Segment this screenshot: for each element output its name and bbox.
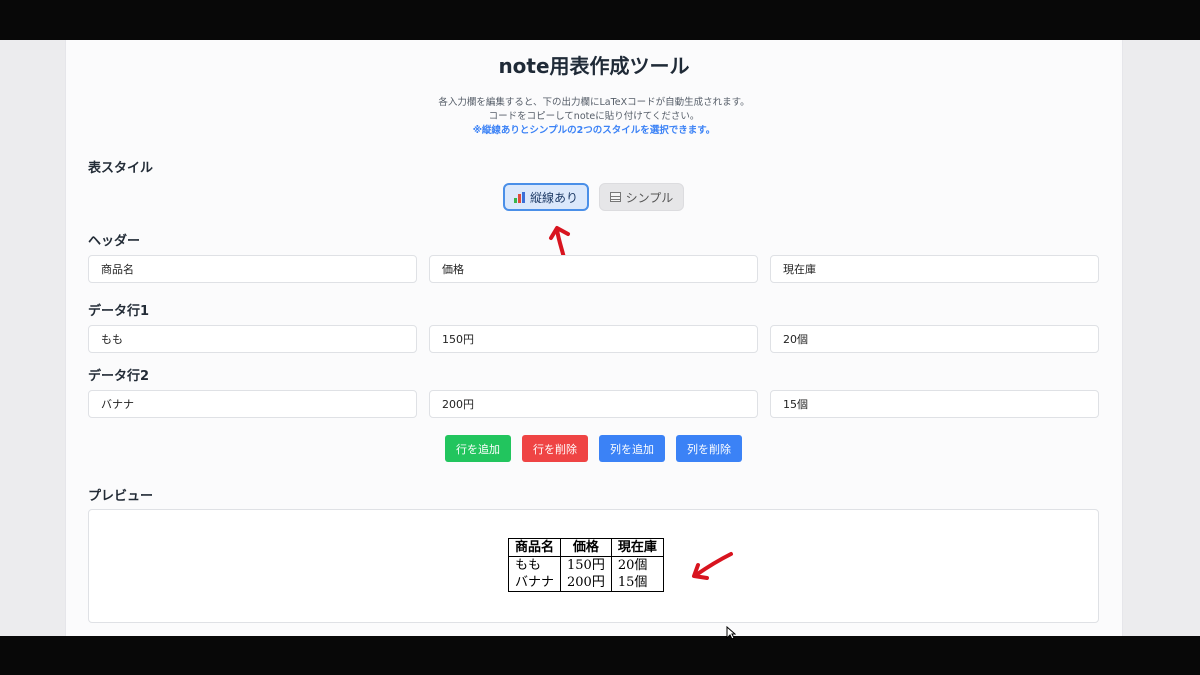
preview-cell: もも [507, 556, 562, 574]
row-1-cell-3-input[interactable]: 20個 [770, 325, 1099, 353]
table-row: もも 150円 20個 [507, 556, 664, 574]
preview-cell: 200円 [560, 574, 612, 592]
preview-cell: 20個 [610, 556, 664, 574]
header-section-label: ヘッダー [88, 234, 141, 249]
add-column-button[interactable]: 列を追加 [599, 435, 665, 462]
style-option-simple[interactable]: シンプル [599, 183, 684, 211]
preview-cell: 15個 [610, 574, 664, 592]
header-cell-2-input[interactable]: 価格 [429, 255, 758, 283]
add-row-button[interactable]: 行を追加 [445, 435, 511, 462]
preview-header-row: 商品名 価格 現在庫 [507, 538, 664, 557]
preview-header-cell: 現在庫 [610, 538, 664, 557]
annotation-arrow-left [692, 552, 733, 580]
preview-header-cell: 商品名 [507, 538, 562, 557]
description-note: ※縦線ありとシンプルの2つのスタイルを選択できます。 [472, 125, 716, 136]
preview-box: 商品名 価格 現在庫 もも 150円 20個 バナナ 200円 15個 [88, 509, 1099, 623]
row-1-label: データ行1 [88, 304, 150, 319]
table-row: バナナ 200円 15個 [507, 574, 664, 592]
preview-table: 商品名 価格 現在庫 もも 150円 20個 バナナ 200円 15個 [507, 538, 664, 592]
mouse-cursor-icon [726, 626, 736, 640]
description-line-2: コードをコピーしてnoteに貼り付けてください。 [488, 111, 700, 122]
preview-header-cell: 価格 [560, 538, 612, 557]
delete-column-button[interactable]: 列を削除 [676, 435, 742, 462]
browser-viewport: note用表作成ツール 各入力欄を編集すると、下の出力欄にLaTeXコードが自動… [0, 40, 1200, 636]
bottom-letterbox [0, 636, 1200, 675]
description-line-1: 各入力欄を編集すると、下の出力欄にLaTeXコードが自動生成されます。 [438, 97, 750, 108]
row-2-cell-1-input[interactable]: バナナ [88, 390, 417, 418]
tool-card: note用表作成ツール 各入力欄を編集すると、下の出力欄にLaTeXコードが自動… [66, 40, 1122, 636]
style-option-vertical-lines[interactable]: 縦線あり [503, 183, 589, 211]
row-2-label: データ行2 [88, 369, 150, 384]
row-2-cell-3-input[interactable]: 15個 [770, 390, 1099, 418]
style-option-label: 縦線あり [529, 190, 578, 205]
style-section-label: 表スタイル [88, 161, 154, 176]
header-cell-3-input[interactable]: 現在庫 [770, 255, 1099, 283]
style-option-label: シンプル [625, 190, 674, 205]
row-2-cell-2-input[interactable]: 200円 [429, 390, 758, 418]
preview-section-label: プレビュー [88, 489, 154, 504]
row-1-cell-2-input[interactable]: 150円 [429, 325, 758, 353]
preview-cell: バナナ [507, 574, 562, 592]
bar-chart-icon [513, 191, 525, 203]
row-1-cell-1-input[interactable]: もも [88, 325, 417, 353]
top-letterbox [0, 0, 1200, 40]
header-cell-1-input[interactable]: 商品名 [88, 255, 417, 283]
delete-row-button[interactable]: 行を削除 [522, 435, 588, 462]
preview-cell: 150円 [560, 556, 612, 574]
grid-table-icon [609, 192, 621, 202]
page-title: note用表作成ツール [498, 54, 690, 78]
